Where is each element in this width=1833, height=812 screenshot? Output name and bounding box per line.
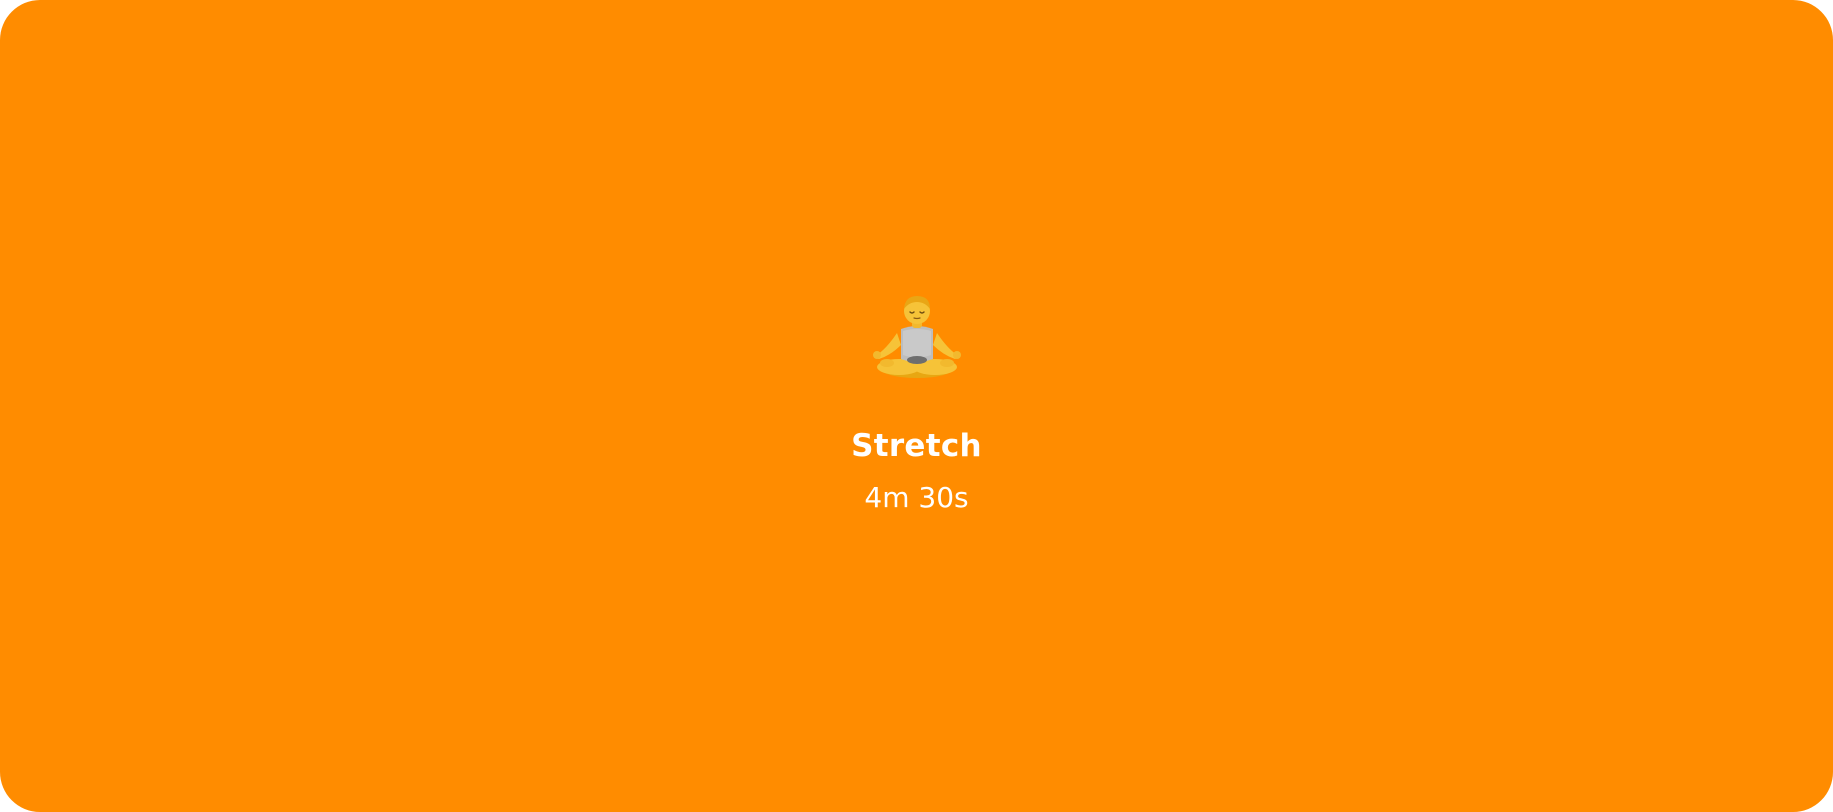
workout-card[interactable]: Stretch 4m 30s [0,0,1833,812]
person-in-lotus-position-icon [867,293,967,383]
workout-title: Stretch [851,428,982,464]
workout-duration: 4m 30s [864,481,969,514]
